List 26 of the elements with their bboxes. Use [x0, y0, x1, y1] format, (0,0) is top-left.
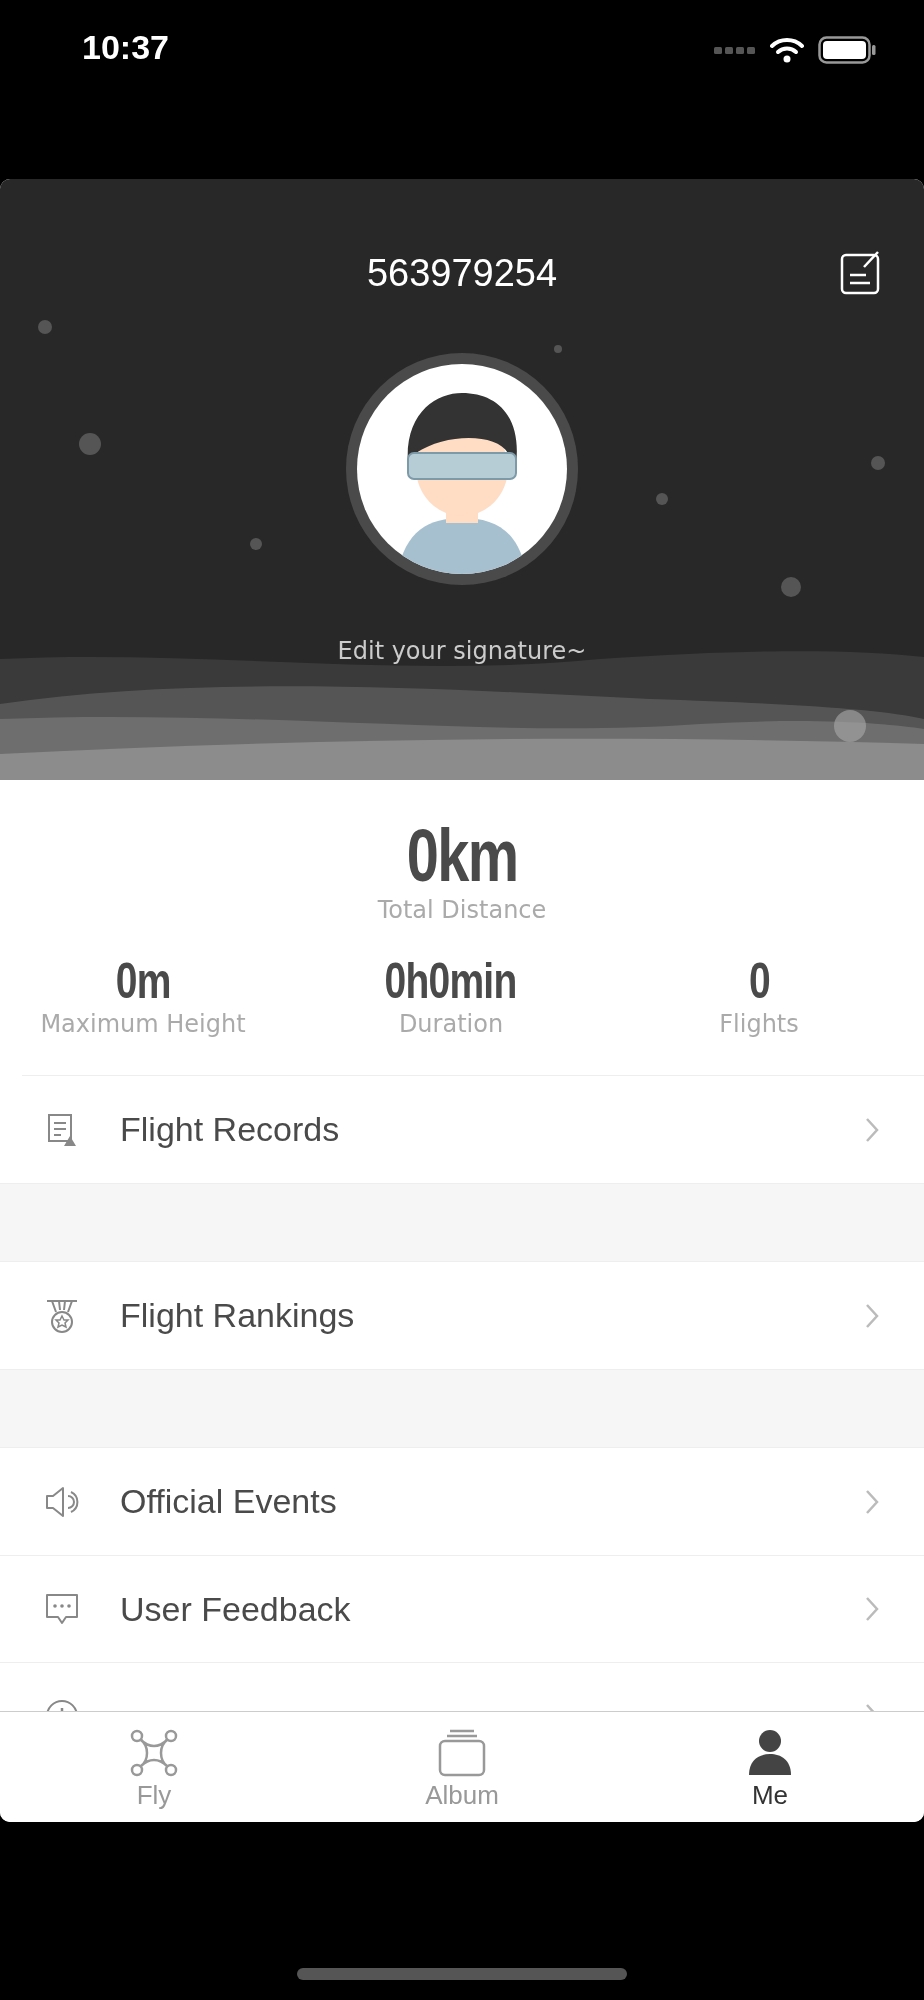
stat-value: 0	[748, 954, 770, 1008]
stat-label: Duration	[398, 1010, 504, 1038]
battery-icon	[818, 36, 876, 64]
stat-label: Maximum Height	[40, 1010, 246, 1038]
signal-icon	[714, 45, 756, 55]
menu-label: Official Events	[120, 1482, 338, 1521]
signature-text[interactable]: Edit your signature~	[337, 637, 587, 665]
stat-value: 0h0min	[385, 954, 517, 1008]
stat-label: Total Distance	[377, 896, 547, 924]
stat-label: Flights	[719, 1010, 799, 1038]
album-icon	[437, 1727, 487, 1778]
tab-item[interactable]: Me	[616, 1712, 924, 1822]
menu-label: Flight Rankings	[120, 1296, 356, 1335]
edit-icon[interactable]	[840, 249, 882, 295]
drone-icon	[129, 1727, 179, 1778]
wifi-icon	[770, 37, 804, 63]
username: 563979254	[366, 251, 558, 295]
status-time: 10:37	[82, 28, 169, 67]
menu-label: Flight Records	[120, 1110, 341, 1149]
chevron-right-icon	[864, 1595, 880, 1623]
chat-icon	[44, 1591, 80, 1627]
medal-icon	[44, 1297, 80, 1334]
stat-value: 0km	[406, 818, 518, 894]
menu-label: User Feedback	[120, 1589, 352, 1629]
avatar-drawing[interactable]	[346, 353, 578, 585]
stat-value: 0m	[115, 954, 171, 1008]
